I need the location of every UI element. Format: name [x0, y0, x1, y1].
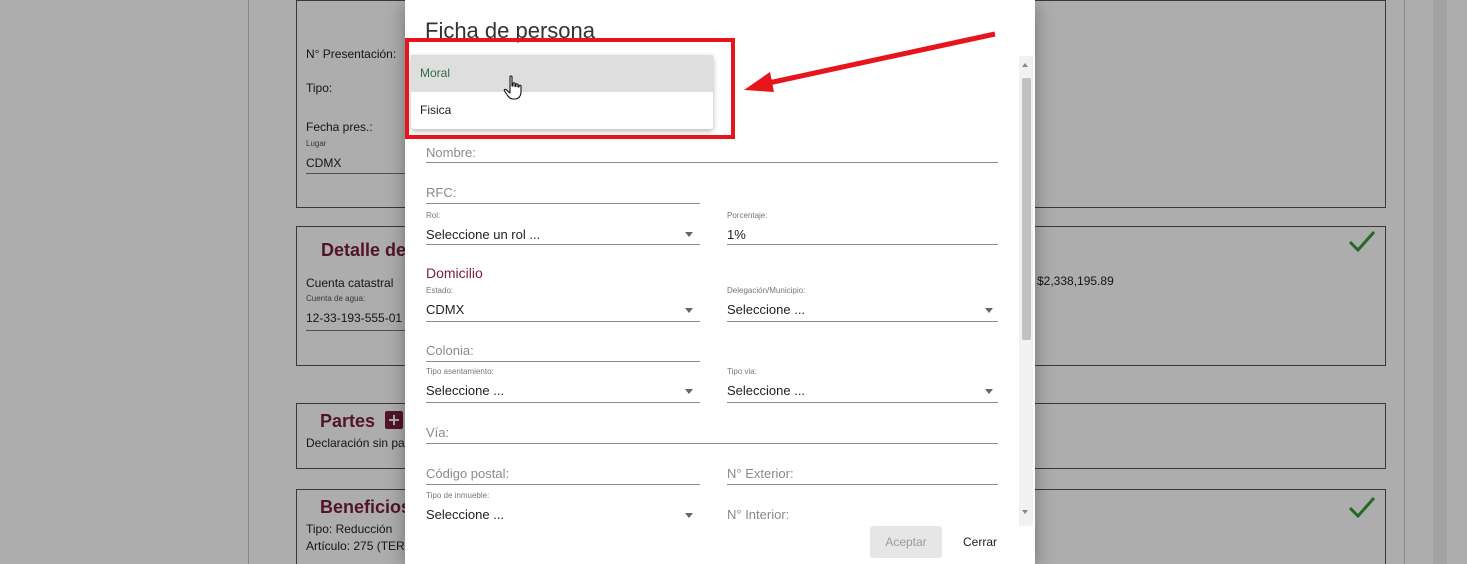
porcentaje-label: Porcentaje:	[727, 211, 768, 220]
via-underline	[426, 443, 998, 444]
rol-select[interactable]: Seleccione un rol ...	[426, 227, 540, 242]
chevron-down-icon[interactable]	[985, 389, 993, 394]
rol-label: Rol:	[426, 211, 441, 220]
accept-button[interactable]: Aceptar	[870, 526, 942, 558]
estado-select[interactable]: CDMX	[426, 302, 464, 317]
codigo-postal-input[interactable]: Código postal:	[426, 466, 509, 481]
n-interior-input[interactable]: N° Interior:	[727, 507, 789, 522]
rfc-underline	[426, 203, 700, 204]
scroll-up-icon[interactable]	[1022, 63, 1028, 67]
chevron-down-icon[interactable]	[685, 232, 693, 237]
chevron-down-icon[interactable]	[685, 389, 693, 394]
colonia-underline	[426, 361, 700, 362]
estado-underline	[426, 321, 700, 322]
estado-label: Estado:	[426, 286, 454, 295]
nombre-underline	[426, 162, 998, 163]
via-input[interactable]: Vía:	[426, 425, 449, 440]
porcentaje-input[interactable]: 1%	[727, 227, 746, 242]
arrow-annotation-icon	[744, 31, 996, 92]
chevron-down-icon[interactable]	[685, 308, 693, 313]
highlight-annotation	[405, 38, 735, 139]
porcentaje-underline	[727, 244, 998, 245]
chevron-down-icon[interactable]	[685, 513, 693, 518]
tipo-asentamiento-select[interactable]: Seleccione ...	[426, 383, 504, 398]
tipo-inmueble-select[interactable]: Seleccione ...	[426, 507, 504, 522]
chevron-down-icon[interactable]	[985, 308, 993, 313]
delegacion-underline	[727, 321, 998, 322]
rol-underline	[426, 244, 700, 245]
tipo-inmueble-label: Tipo de inmueble:	[426, 491, 490, 500]
close-button[interactable]: Cerrar	[950, 526, 1010, 558]
tipo-via-label: Tipo via:	[727, 367, 757, 376]
tipo-via-select[interactable]: Seleccione ...	[727, 383, 805, 398]
n-exterior-underline	[727, 484, 998, 485]
codigo-postal-underline	[426, 484, 700, 485]
scroll-down-icon[interactable]	[1022, 510, 1028, 514]
tipo-via-underline	[727, 402, 998, 403]
delegacion-select[interactable]: Seleccione ...	[727, 302, 805, 317]
domicilio-heading: Domicilio	[426, 265, 483, 281]
rfc-input[interactable]: RFC:	[426, 185, 456, 200]
colonia-input[interactable]: Colonia:	[426, 343, 474, 358]
n-exterior-input[interactable]: N° Exterior:	[727, 466, 794, 481]
delegacion-label: Delegación/Municipio:	[727, 286, 806, 295]
dialog-scroll-thumb[interactable]	[1022, 78, 1031, 340]
nombre-input[interactable]: Nombre:	[426, 145, 476, 160]
tipo-asentamiento-label: Tipo asentamiento:	[426, 367, 494, 376]
tipo-asentamiento-underline	[426, 402, 700, 403]
